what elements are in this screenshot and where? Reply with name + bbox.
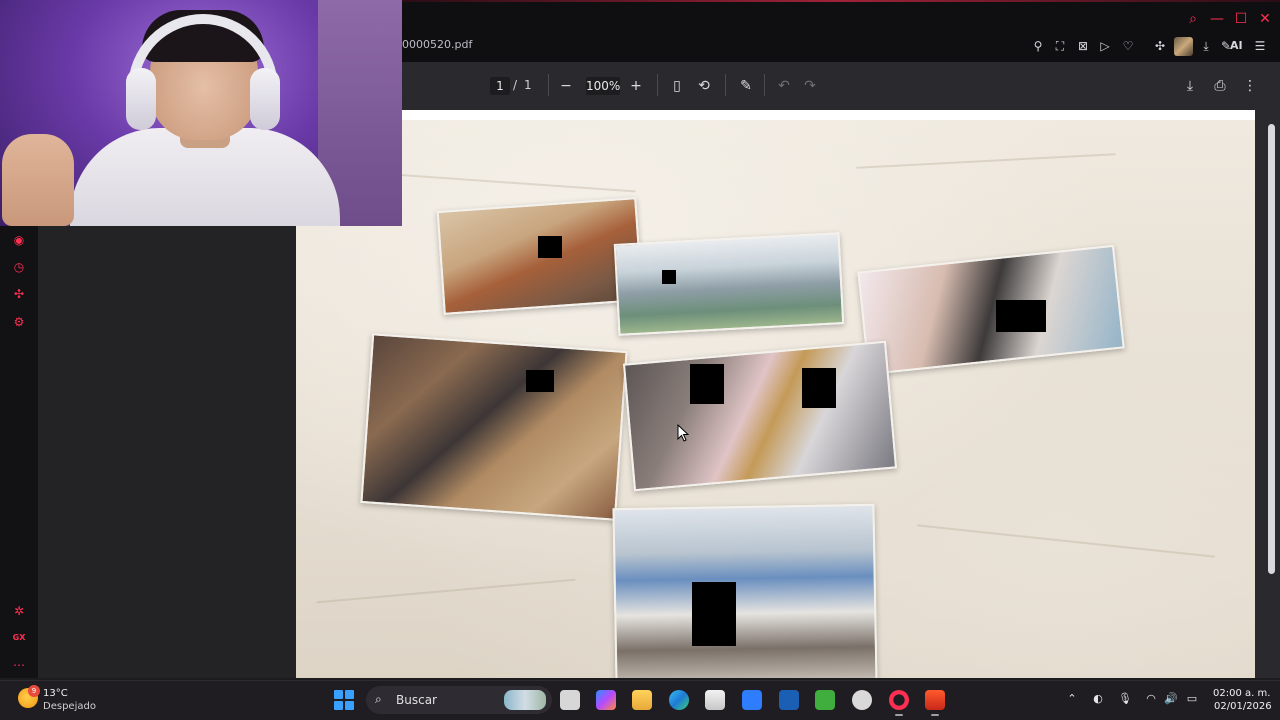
webcam-overlay (0, 0, 402, 226)
chatgpt-icon[interactable] (852, 690, 872, 710)
app-icon[interactable] (779, 690, 799, 710)
redaction-box (690, 364, 724, 404)
zoom-level[interactable]: 100% (586, 77, 620, 95)
print-icon[interactable]: ⎙ (1210, 76, 1230, 96)
minecraft-icon[interactable] (815, 690, 835, 710)
search-icon: ⌕ (375, 692, 382, 706)
toolbar-divider (657, 74, 658, 96)
side-panel (38, 226, 296, 678)
headphone-cup (126, 68, 156, 130)
photo-street (612, 503, 878, 678)
toolbar-divider (725, 74, 726, 96)
tray-app-icon[interactable]: ◐ (1091, 692, 1105, 706)
volume-icon[interactable]: 🔊 (1164, 692, 1178, 706)
zoom-in-icon[interactable]: + (626, 76, 646, 96)
photo-pool (613, 232, 845, 336)
page-top-edge (402, 110, 1255, 120)
redaction-box (996, 300, 1046, 332)
search-highlight-image (504, 690, 546, 710)
tab-title[interactable]: 0000520.pdf (402, 38, 472, 51)
extensions-icon[interactable]: ✣ (11, 286, 27, 302)
toolbar-divider (548, 74, 549, 96)
search-placeholder[interactable]: Buscar (396, 693, 437, 707)
heart-icon[interactable]: ♡ (1120, 38, 1136, 54)
copilot-icon[interactable] (596, 690, 616, 710)
redaction-box (802, 368, 836, 408)
weather-temperature[interactable]: 13°C (43, 688, 68, 699)
photo-shop (360, 333, 628, 521)
history-icon[interactable]: ◉ (11, 232, 27, 248)
search-icon[interactable]: ⌕ (1184, 10, 1202, 28)
pinwheel-icon[interactable]: ✲ (11, 603, 27, 619)
store-icon[interactable] (705, 690, 725, 710)
weather-description[interactable]: Despejado (43, 701, 96, 712)
document-page-image (296, 120, 1255, 678)
clock-time[interactable]: 02:00 a. m. (1213, 688, 1270, 699)
weather-badge: 9 (28, 685, 40, 697)
profile-avatar[interactable] (1174, 37, 1193, 56)
screen: 0000520.pdf ⌕ — ☐ ✕ ⚲ ⛶ ⊠ ▷ ♡ ✣ ⤓ ✎ AI ☰… (0, 0, 1280, 720)
toolbar-divider (764, 74, 765, 96)
redaction-box (692, 582, 736, 646)
player-icon[interactable]: ▷ (1097, 38, 1113, 54)
redaction-box (538, 236, 562, 258)
ai-label[interactable]: AI (1230, 39, 1243, 52)
person-hand (2, 134, 74, 226)
close-icon[interactable]: ✕ (1256, 10, 1274, 28)
edge-icon[interactable] (669, 690, 689, 710)
page-number-input[interactable]: 1 (490, 77, 510, 95)
page-separator: / (513, 78, 518, 92)
rotate-icon[interactable]: ⟲ (694, 76, 714, 96)
battery-icon[interactable]: ▭ (1185, 692, 1199, 706)
page-total: 1 (524, 78, 532, 92)
more-icon[interactable]: ⋮ (1240, 76, 1260, 96)
accent-line (400, 0, 1280, 2)
pin-icon[interactable]: ⚲ (1030, 38, 1046, 54)
adblock-icon[interactable]: ⊠ (1075, 38, 1091, 54)
gx-icon[interactable]: GX (11, 630, 27, 646)
fabric-crease (856, 153, 1116, 169)
fit-page-icon[interactable]: ▯ (667, 76, 687, 96)
fabric-crease (316, 578, 576, 604)
brave-icon[interactable] (925, 690, 945, 716)
clock-icon[interactable]: ◷ (11, 259, 27, 275)
photo-couple (857, 244, 1125, 376)
start-button[interactable] (334, 690, 354, 710)
undo-icon[interactable]: ↶ (774, 76, 794, 96)
chevron-up-icon[interactable]: ⌃ (1065, 692, 1079, 706)
dropbox-icon[interactable] (742, 690, 762, 710)
settings-icon[interactable]: ⚙ (11, 314, 27, 330)
download-icon[interactable]: ⤓ (1180, 76, 1200, 96)
headphone-cup (250, 68, 280, 130)
fabric-crease (916, 524, 1216, 558)
more-icon[interactable]: ⋯ (11, 657, 27, 673)
file-explorer-icon[interactable] (632, 690, 652, 710)
photo-group (622, 340, 898, 492)
download-icon[interactable]: ⤓ (1198, 38, 1214, 54)
redaction-box (526, 370, 554, 392)
minimize-icon[interactable]: — (1208, 10, 1226, 28)
maximize-icon[interactable]: ☐ (1232, 10, 1250, 28)
extensions-icon[interactable]: ✣ (1152, 38, 1168, 54)
screenshot-icon[interactable]: ⛶ (1052, 38, 1068, 54)
opera-gx-icon[interactable] (889, 690, 909, 716)
scrollbar-thumb[interactable] (1268, 124, 1275, 574)
redaction-box (662, 270, 676, 284)
redo-icon[interactable]: ↷ (800, 76, 820, 96)
clock-date[interactable]: 02/01/2026 (1214, 701, 1272, 712)
zoom-out-icon[interactable]: − (556, 76, 576, 96)
menu-icon[interactable]: ☰ (1252, 38, 1268, 54)
wifi-icon[interactable]: ◠ (1144, 692, 1158, 706)
annotate-icon[interactable]: ✎ (736, 76, 756, 96)
microphone-icon[interactable]: 🎙 (1118, 692, 1132, 706)
file-icon[interactable] (560, 690, 580, 710)
